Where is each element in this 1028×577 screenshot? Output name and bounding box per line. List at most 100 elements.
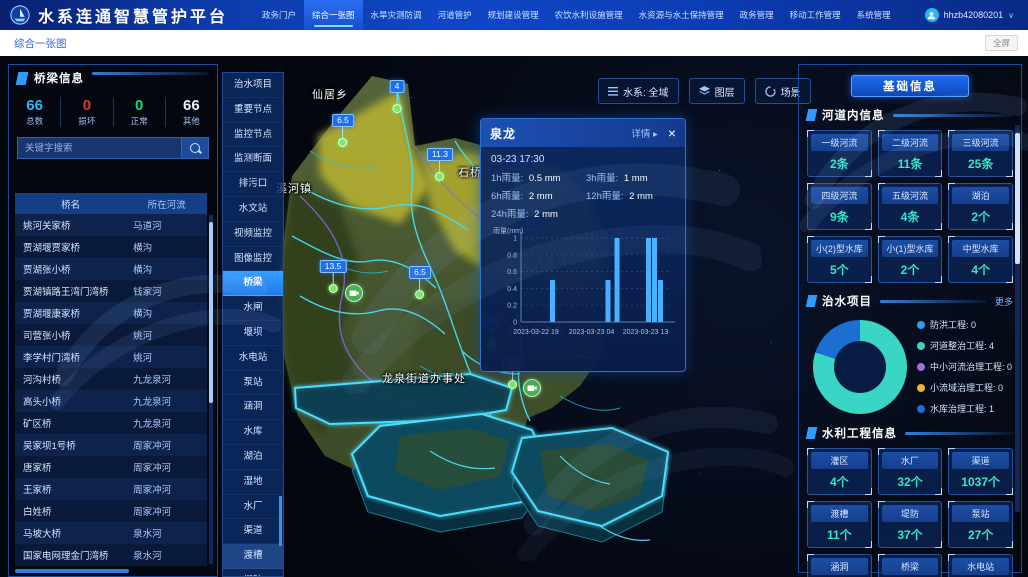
fullscreen-button[interactable]: 全屏 <box>985 35 1018 51</box>
info-card-value: 25条 <box>952 151 1009 174</box>
table-row[interactable]: 国家电网理金门湾桥 泉水河 <box>15 544 207 566</box>
table-row[interactable]: 贾湖堰贾家桥 横沟 <box>15 236 207 258</box>
bridge-search-input[interactable] <box>17 137 182 159</box>
popup-detail-link[interactable]: 详情 ▸ <box>631 126 657 140</box>
layer-menu-item[interactable]: 渡槽 <box>223 544 283 569</box>
user-name: hhzb42080201 <box>944 10 1004 20</box>
table-row[interactable]: 高头小桥 九龙泉河 <box>15 390 207 412</box>
more-link[interactable]: 更多 <box>995 295 1013 308</box>
bridge-name: 李学村门湾桥 <box>15 350 125 364</box>
stat-label: 其他 <box>166 115 217 127</box>
layer-menu-item[interactable]: 堰坝 <box>223 321 283 346</box>
layer-menu-scrollbar-thumb[interactable] <box>279 496 282 546</box>
layer-menu-item[interactable]: 监控节点 <box>223 123 283 148</box>
layer-menu-item[interactable]: 桥梁 <box>223 271 283 296</box>
map-marker[interactable]: 6.5 <box>409 266 431 299</box>
layers-icon <box>699 86 710 96</box>
svg-text:0.8: 0.8 <box>507 252 517 259</box>
rain-metric: 3h雨量: 1 mm <box>586 170 675 184</box>
layer-menu-item[interactable]: 监测断面 <box>223 147 283 172</box>
right-panel-scrollbar-thumb[interactable] <box>1015 133 1020 265</box>
map-marker[interactable]: 6.5 <box>332 114 354 147</box>
table-row[interactable]: 矿区桥 九龙泉河 <box>15 412 207 434</box>
projects-legend: 防洪工程: 0河道整治工程: 4中小河流治理工程: 0小流域治理工程: 0水库治… <box>917 318 1012 415</box>
layer-menu-item[interactable]: 排污口 <box>223 172 283 197</box>
map-canvas[interactable]: 仙居乡 溪河镇 石桥驿镇 子陵铺镇 泉口街道办 龙泉街道办事处 4 <box>0 56 1028 577</box>
layer-menu-item-label: 水文站 <box>239 203 268 214</box>
table-hscrollbar-thumb[interactable] <box>15 569 129 573</box>
bridge-name: 唐家桥 <box>15 460 125 474</box>
breadcrumb: 综合一张图 <box>14 36 67 51</box>
table-row[interactable]: 王家桥 周家冲河 <box>15 478 207 500</box>
layer-menu-item[interactable]: 治水项目 <box>223 73 283 98</box>
nav-item-label: 政务管理 <box>740 9 774 21</box>
marker-value-tag: 4 <box>390 80 405 93</box>
layer-menu-item[interactable]: 水文站 <box>223 197 283 222</box>
table-row[interactable]: 唐家桥 周家冲河 <box>15 456 207 478</box>
layer-menu-item[interactable]: 泵站 <box>223 371 283 396</box>
layer-menu-item[interactable]: 水电站 <box>223 346 283 371</box>
table-row[interactable]: 吴家坝1号桥 周家冲河 <box>15 434 207 456</box>
col-header-river: 所在河流 <box>126 197 207 211</box>
table-row[interactable]: 李学村门湾桥 姚河 <box>15 346 207 368</box>
layer-menu-item[interactable]: 渠道 <box>223 519 283 544</box>
river-cards: 一级河流 2条 二级河流 11条 三级河流 25条 <box>807 130 1013 283</box>
nav-item[interactable]: 河道管护 <box>430 0 480 30</box>
info-card-label: 四级河流 <box>811 187 868 204</box>
nav-item-label: 规划建设管理 <box>488 9 539 21</box>
info-card-value: 2个 <box>952 204 1009 227</box>
table-scrollbar-thumb[interactable] <box>209 222 213 403</box>
map-marker[interactable]: 4 <box>390 80 405 113</box>
legend-item: 中小河流治理工程: 0 <box>917 360 1012 373</box>
nav-item[interactable]: 政务门户 <box>254 0 304 30</box>
nav-item[interactable]: 移动工作管理 <box>782 0 849 30</box>
table-row[interactable]: 马坡大桥 泉水河 <box>15 522 207 544</box>
search-button[interactable] <box>182 137 209 159</box>
basic-info-button[interactable]: 基础信息 <box>851 75 969 97</box>
map-marker[interactable]: 11.3 <box>427 148 453 181</box>
layer-menu-item[interactable]: 堤防 <box>223 569 283 577</box>
layer-menu-item[interactable]: 湖泊 <box>223 445 283 470</box>
info-card-label: 灌区 <box>811 452 868 469</box>
nav-item[interactable]: 水资源与水土保持管理 <box>631 0 732 30</box>
nav-item[interactable]: 农饮水利设施管理 <box>547 0 631 30</box>
popup-header: 泉龙 详情 ▸ × <box>481 119 685 147</box>
close-icon[interactable]: × <box>668 126 676 140</box>
rain-metric-label: 1h雨量: <box>491 173 523 184</box>
nav-item[interactable]: 综合一张图 <box>304 0 363 30</box>
stat-value: 0 <box>114 97 165 114</box>
bridge-stats: 66 总数 0 损坏 0 正常 66 其他 <box>9 91 217 133</box>
bridge-river: 马道河 <box>125 218 207 232</box>
nav-item[interactable]: 水旱灾测防调 <box>363 0 430 30</box>
layer-menu-item[interactable]: 涵洞 <box>223 395 283 420</box>
bridge-river: 泉水河 <box>125 548 207 562</box>
layers-button[interactable]: 图层 <box>689 78 745 104</box>
list-icon <box>608 87 618 96</box>
user-menu[interactable]: hhzb42080201 ∨ <box>925 8 1014 22</box>
map-marker[interactable]: 13.5 <box>320 260 347 293</box>
nav-item[interactable]: 政务管理 <box>732 0 782 30</box>
bridge-info-panel: 桥梁信息 66 总数 0 损坏 0 <box>8 64 218 577</box>
table-row[interactable]: 白姓桥 周家冲河 <box>15 500 207 522</box>
layer-menu-item[interactable]: 水厂 <box>223 495 283 520</box>
layer-menu-item[interactable]: 视频监控 <box>223 222 283 247</box>
camera-marker[interactable] <box>345 284 363 302</box>
table-row[interactable]: 司营张小桥 姚河 <box>15 324 207 346</box>
table-row[interactable]: 贾湖镇路王湾门湾桥 钱家河 <box>15 280 207 302</box>
nav-item[interactable]: 规划建设管理 <box>480 0 547 30</box>
layer-menu-item[interactable]: 水闸 <box>223 296 283 321</box>
camera-marker[interactable] <box>523 379 541 397</box>
table-row[interactable]: 贾湖张小桥 横沟 <box>15 258 207 280</box>
layer-menu-item[interactable]: 图像监控 <box>223 247 283 272</box>
table-row[interactable]: 姚河关家桥 马道河 <box>15 214 207 236</box>
table-row[interactable]: 贾湖堰康家桥 横沟 <box>15 302 207 324</box>
nav-items: 政务门户 综合一张图 水旱灾测防调 河道管护 规划建设管理 <box>254 0 899 30</box>
layer-menu-item[interactable]: 重要节点 <box>223 98 283 123</box>
table-row[interactable]: 河沟村桥 九龙泉河 <box>15 368 207 390</box>
nav-item[interactable]: 系统管理 <box>849 0 899 30</box>
watersystem-selector[interactable]: 水系: 全域 <box>598 78 679 104</box>
map-controls: 水系: 全域 图层 场景 <box>598 78 811 104</box>
info-card-value: 2条 <box>811 151 868 174</box>
layer-menu-item[interactable]: 湿地 <box>223 470 283 495</box>
layer-menu-item[interactable]: 水库 <box>223 420 283 445</box>
